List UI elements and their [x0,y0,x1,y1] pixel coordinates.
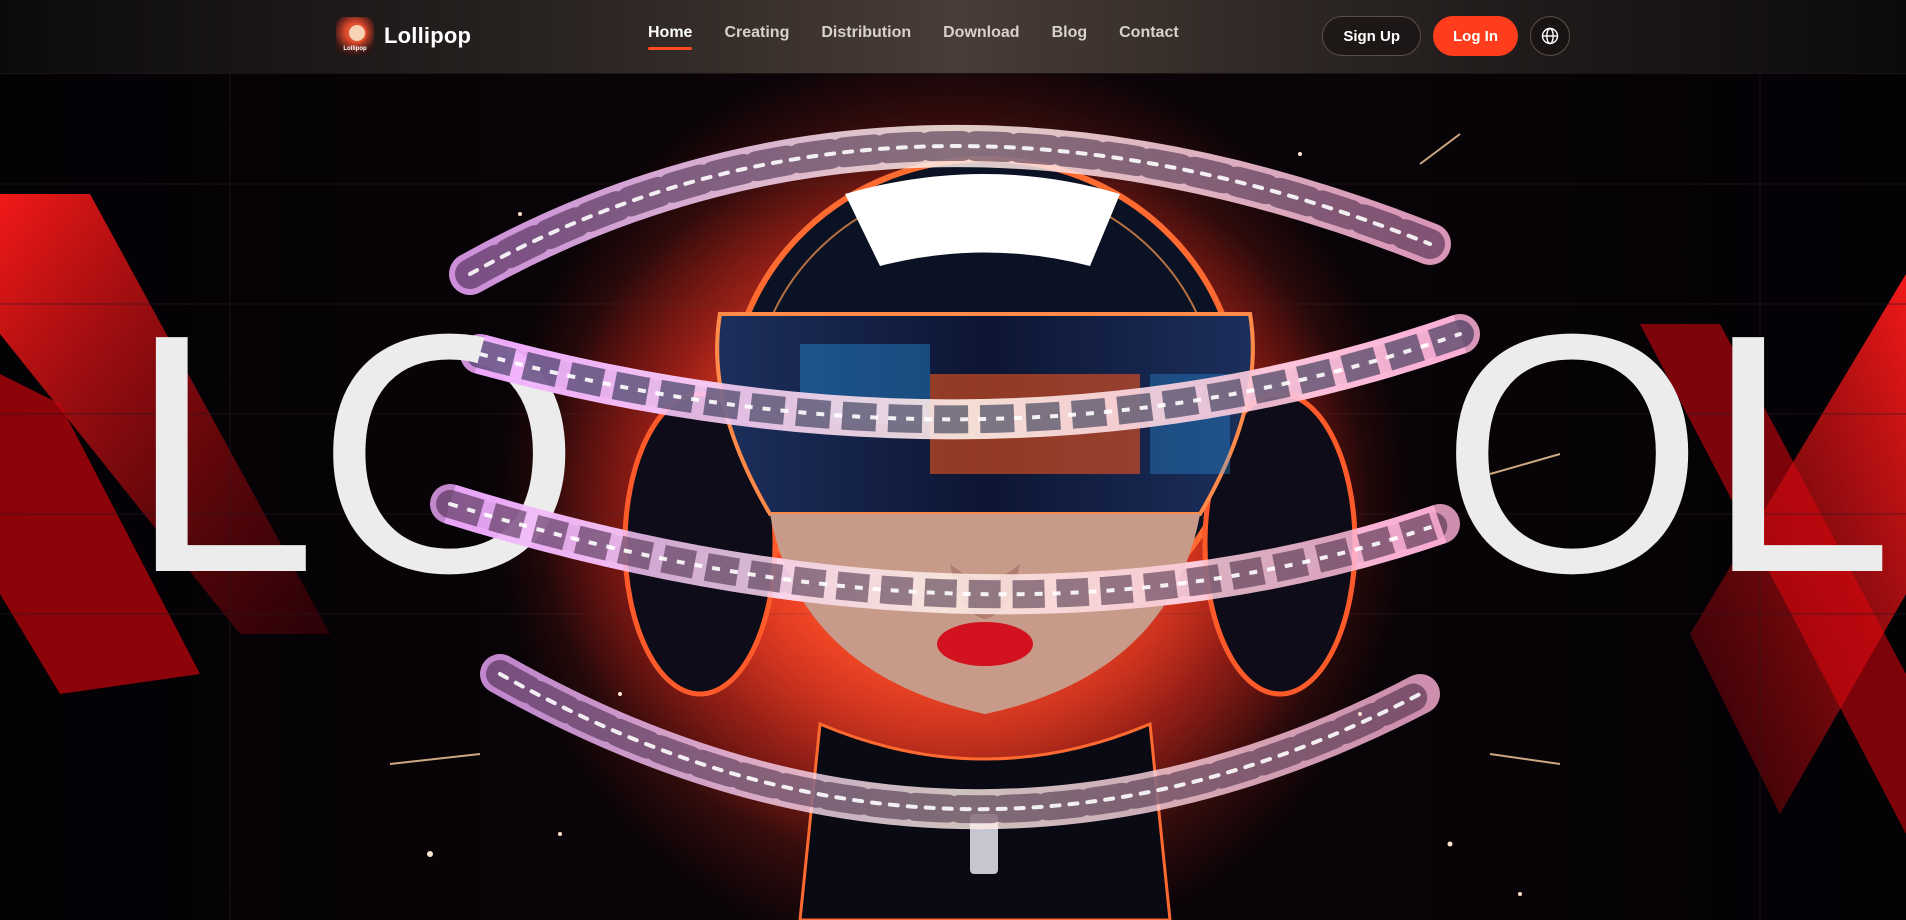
nav-link-home[interactable]: Home [648,24,693,50]
page: Lollipop Lollipop Home Creating Distribu… [0,0,1906,920]
brand[interactable]: Lollipop Lollipop [336,17,471,55]
auth-actions: Sign Up Log In [1322,16,1570,56]
hero-foreground-art [444,312,1467,714]
brand-logo-icon: Lollipop [336,17,374,55]
nav-link-contact[interactable]: Contact [1119,24,1179,50]
nav-link-creating[interactable]: Creating [724,24,789,50]
top-navigation-bar: Lollipop Lollipop Home Creating Distribu… [0,0,1906,74]
sign-up-button[interactable]: Sign Up [1322,16,1421,56]
nav-link-download[interactable]: Download [943,24,1019,50]
nav-link-distribution[interactable]: Distribution [821,24,911,50]
nav-link-blog[interactable]: Blog [1052,24,1088,50]
globe-icon [1541,27,1559,45]
hero-banner: LO OL [0,74,1906,920]
brand-logo-text: Lollipop [343,46,367,52]
language-button[interactable] [1530,16,1570,56]
brand-name: Lollipop [384,23,472,48]
main-nav: Home Creating Distribution Download Blog… [648,24,1211,50]
log-in-button[interactable]: Log In [1433,16,1518,56]
